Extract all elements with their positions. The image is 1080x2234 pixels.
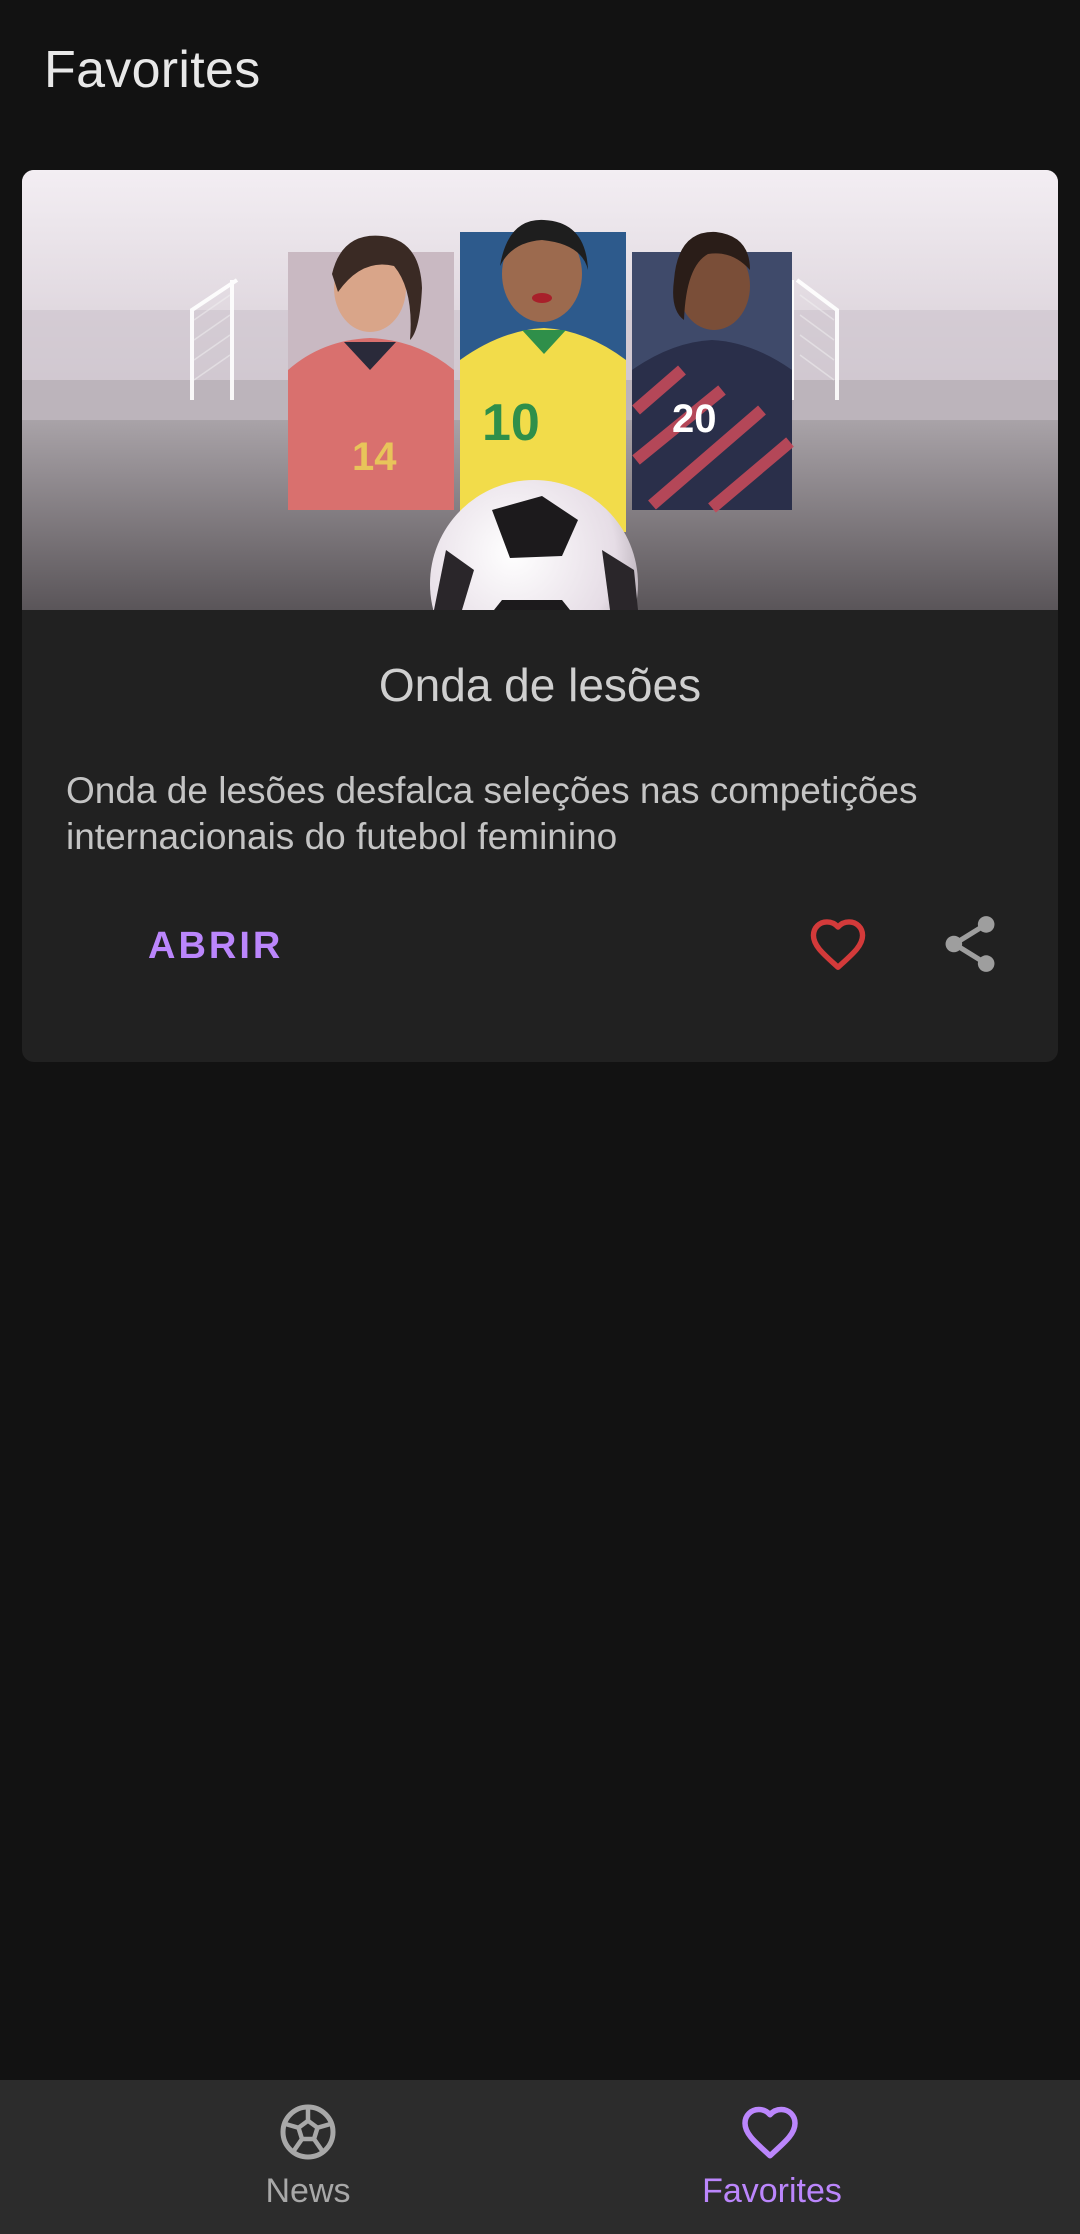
- jersey-number-10: 10: [482, 394, 540, 452]
- heart-icon: [742, 2106, 798, 2159]
- news-card-description: Onda de lesões desfalca seleções nas com…: [66, 770, 918, 857]
- favorite-button[interactable]: [798, 904, 878, 984]
- page-title: Favorites: [44, 41, 261, 99]
- players-illustration: 14 10 20: [22, 170, 1058, 610]
- nav-item-favorites[interactable]: Favorites: [540, 2080, 1080, 2234]
- jersey-number-14: 14: [352, 435, 397, 479]
- news-card: 14 10 20 Onda de lesões Onda de lesões d…: [22, 170, 1058, 1062]
- favorites-screen: Favorites 14 10 20 Onda de lesões Onda d…: [0, 0, 1080, 2234]
- share-button[interactable]: [930, 904, 1010, 984]
- news-card-image: 14 10 20: [22, 170, 1058, 610]
- news-card-title: Onda de lesões: [378, 659, 702, 711]
- nav-label-favorites: Favorites: [702, 2172, 842, 2210]
- soccer-ball-icon: [280, 2104, 336, 2160]
- open-button[interactable]: ABRIR: [112, 906, 312, 986]
- bottom-navigation: News Favorites: [0, 2080, 1080, 2234]
- share-icon: [945, 916, 995, 972]
- jersey-number-20: 20: [672, 397, 717, 441]
- heart-icon: [810, 919, 866, 971]
